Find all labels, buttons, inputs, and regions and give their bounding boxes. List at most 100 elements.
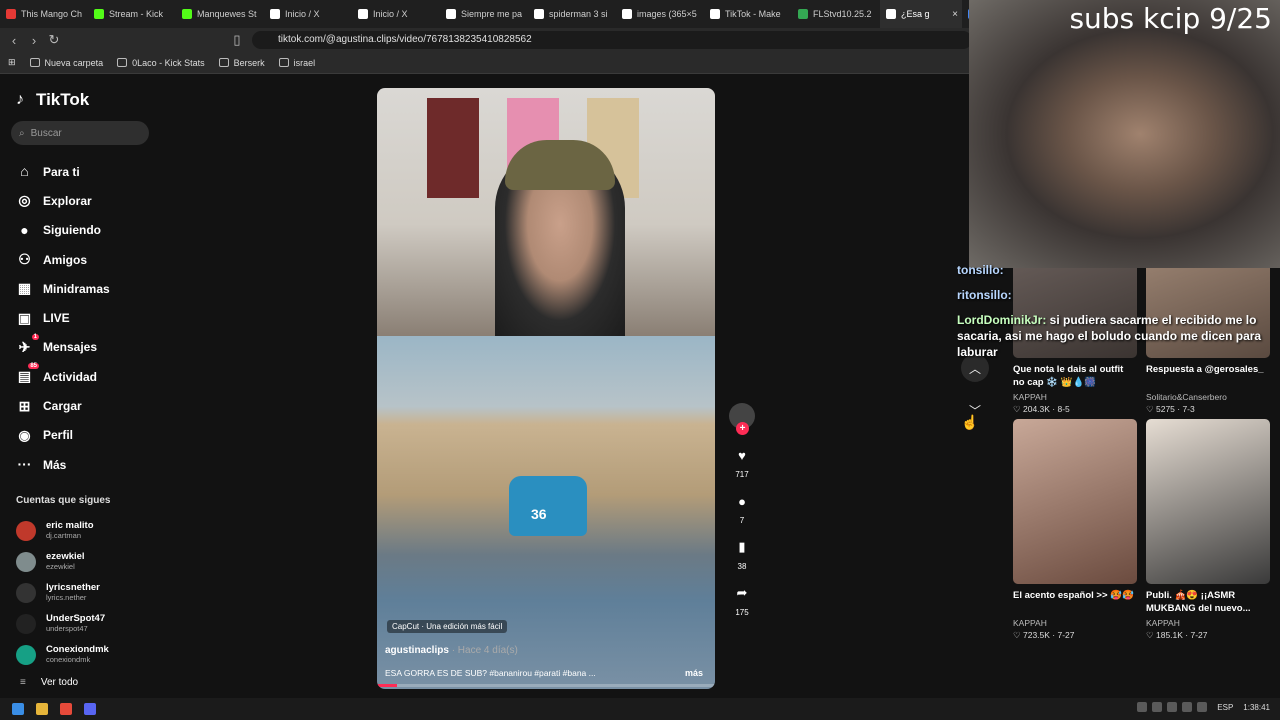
browser-tab[interactable]: ¿Esa g × bbox=[880, 0, 962, 28]
forward-icon[interactable]: › bbox=[24, 33, 44, 48]
nav-item-mensajes[interactable]: ✈ 1 Mensajes bbox=[16, 333, 110, 362]
heart-outline-icon: ♡ bbox=[1013, 630, 1023, 640]
like-count: 185.1K bbox=[1155, 630, 1183, 640]
video-author[interactable]: Solitario&Canserbero bbox=[1146, 392, 1270, 402]
url-field[interactable]: tiktok.com/@agustina.clips/video/7678138… bbox=[252, 31, 972, 49]
related-video-card[interactable]: El acento español >> 🥵🥵 KAPPAH ♡ 723.5K · … bbox=[1013, 419, 1137, 641]
avatar bbox=[16, 520, 36, 541]
video-author[interactable]: KAPPAH bbox=[1013, 618, 1137, 628]
comment-icon[interactable]: ● bbox=[730, 489, 754, 513]
capcut-tag[interactable]: CapCut · Una edición más fácil bbox=[387, 620, 508, 633]
browser-tab[interactable]: TikTok - Make bbox=[704, 0, 792, 28]
video-player[interactable]: 36 CapCut · Una edición más fácil agusti… bbox=[377, 88, 715, 689]
browser-tab[interactable]: FLStvd10.25.2 bbox=[792, 0, 880, 28]
video-author[interactable]: KAPPAH bbox=[1013, 392, 1137, 402]
nav-item-actividad[interactable]: ▤ 85 Actividad bbox=[16, 362, 110, 391]
video-title[interactable]: Que nota le dais al outfit no cap ❄️ 👑💧🎆 bbox=[1013, 363, 1137, 390]
browser-tab[interactable]: Inicio / X bbox=[264, 0, 352, 28]
video-title[interactable]: Respuesta a @gerosales_ bbox=[1146, 363, 1270, 390]
tab-label: This Mango Ch bbox=[21, 9, 83, 19]
gameplay: 36 bbox=[377, 336, 715, 689]
bookmark-item[interactable]: 0Laco - Kick Stats bbox=[117, 58, 205, 68]
see-all-link[interactable]: ≡ Ver todo bbox=[20, 677, 78, 688]
bookmarks-bar: ⊞ Nueva carpeta 0Laco - Kick Stats Berserk… bbox=[0, 52, 970, 74]
video-author[interactable]: KAPPAH bbox=[1146, 618, 1270, 628]
back-icon[interactable]: ‹ bbox=[4, 33, 24, 48]
bookmark-label: 0Laco - Kick Stats bbox=[132, 57, 205, 68]
clock[interactable]: 1:38:41 bbox=[1243, 703, 1270, 712]
browser-tab[interactable]: Inicio / X bbox=[352, 0, 440, 28]
nav-item-minidramas[interactable]: ▦ Minidramas bbox=[16, 274, 110, 303]
browser-tab[interactable]: spiderman 3 si bbox=[528, 0, 616, 28]
following-item[interactable]: eric malito dj.cartman bbox=[16, 515, 109, 546]
bookmark-item[interactable]: Berserk bbox=[218, 58, 265, 68]
video-title[interactable]: Publi. 🎪😍 ¡¡ASMR MUKBANG del nuevo... bbox=[1146, 589, 1270, 616]
nav-item-amigos[interactable]: ⚇ Amigos bbox=[16, 245, 110, 274]
streamer-cam bbox=[377, 88, 715, 338]
following-handle: underspot47 bbox=[46, 623, 88, 633]
tray-icon[interactable] bbox=[1137, 702, 1148, 712]
tray-icon[interactable] bbox=[1182, 702, 1193, 712]
language-indicator[interactable]: ESP bbox=[1217, 703, 1233, 712]
heart-outline-icon: ♡ bbox=[1146, 404, 1156, 414]
following-names: Conexiondmk conexiondmk bbox=[46, 644, 109, 665]
author-avatar[interactable]: + bbox=[729, 403, 755, 435]
browser-tab[interactable]: Stream - Kick bbox=[88, 0, 176, 28]
search-input[interactable]: ⌕ Buscar bbox=[11, 121, 149, 145]
bookmark-icon[interactable]: ▯ bbox=[227, 32, 247, 48]
follow-plus-icon[interactable]: + bbox=[736, 422, 749, 435]
close-icon[interactable]: × bbox=[952, 9, 958, 20]
tab-favicon-icon bbox=[798, 9, 808, 19]
search-icon: ⌕ bbox=[19, 127, 25, 139]
apps-icon[interactable]: ⊞ bbox=[8, 57, 16, 68]
share-icon[interactable]: ➦ bbox=[730, 581, 754, 605]
nav-label: LIVE bbox=[43, 311, 70, 326]
tray-icon[interactable] bbox=[1167, 702, 1178, 712]
chat-message: LordDominikJr: si pudiera sacarme el rec… bbox=[957, 312, 1280, 360]
tab-favicon-icon bbox=[446, 9, 456, 19]
tiktok-logo[interactable]: ♪ TikTok bbox=[16, 90, 89, 110]
following-item[interactable]: Conexiondmk conexiondmk bbox=[16, 639, 109, 670]
discord-icon[interactable] bbox=[84, 703, 96, 715]
more-button[interactable]: más bbox=[685, 668, 703, 678]
nav-item-más[interactable]: ··· Más bbox=[16, 450, 110, 479]
browser-tab[interactable]: Siempre me pa bbox=[440, 0, 528, 28]
folder-icon bbox=[117, 58, 128, 67]
tab-favicon-icon bbox=[94, 9, 104, 19]
bookmark-item[interactable]: israel bbox=[278, 58, 315, 68]
browser-tab[interactable]: images (365×5 bbox=[616, 0, 704, 28]
tab-label: Inicio / X bbox=[285, 9, 320, 19]
video-progress[interactable] bbox=[377, 684, 715, 687]
related-video-card[interactable]: Publi. 🎪😍 ¡¡ASMR MUKBANG del nuevo... KAP… bbox=[1146, 419, 1270, 641]
browser-tab[interactable]: Manquewes St bbox=[176, 0, 264, 28]
tray-icon[interactable] bbox=[1152, 702, 1163, 712]
reload-icon[interactable]: ↻ bbox=[44, 32, 64, 48]
taskbar: ESP 1:38:41 bbox=[0, 698, 1280, 720]
chat-username: ritonsillo: bbox=[957, 288, 1012, 302]
folder-icon bbox=[29, 58, 40, 67]
nav-item-cargar[interactable]: ⊞ Cargar bbox=[16, 391, 110, 420]
tray-icon[interactable] bbox=[1197, 702, 1208, 712]
video-title[interactable]: El acento español >> 🥵🥵 bbox=[1013, 589, 1137, 616]
video-thumbnail[interactable] bbox=[1013, 419, 1137, 584]
following-item[interactable]: ezewkiel ezewkiel bbox=[16, 546, 109, 577]
nav-item-live[interactable]: ▣ LIVE bbox=[16, 303, 110, 332]
nav-item-siguiendo[interactable]: ● Siguiendo bbox=[16, 216, 110, 245]
nav-item-explorar[interactable]: ◎ Explorar bbox=[16, 186, 110, 215]
nav-item-para-ti[interactable]: ⌂ Para ti bbox=[16, 157, 110, 186]
file-explorer-icon[interactable] bbox=[36, 703, 48, 715]
browser-icon[interactable] bbox=[60, 703, 72, 715]
bookmark-item[interactable]: Nueva carpeta bbox=[29, 58, 103, 68]
following-item[interactable]: UnderSpot47 underspot47 bbox=[16, 608, 109, 639]
windows-start-icon[interactable] bbox=[12, 703, 24, 715]
race-car: 36 bbox=[509, 476, 587, 536]
bookmark-save-icon[interactable]: ▮ bbox=[730, 535, 754, 559]
following-item[interactable]: lyricsnether lyrics.nether bbox=[16, 577, 109, 608]
stream-chat: tonsillo: ritonsillo: LordDominikJr: si … bbox=[957, 262, 1280, 360]
browser-tab[interactable]: This Mango Ch bbox=[0, 0, 88, 28]
heart-icon[interactable]: ♥ bbox=[730, 443, 754, 467]
nav-item-perfil[interactable]: ◉ Perfil bbox=[16, 421, 110, 450]
video-thumbnail[interactable] bbox=[1146, 419, 1270, 584]
video-author[interactable]: agustinaclips · Hace 4 día(s) bbox=[385, 645, 518, 656]
progress-fill bbox=[377, 684, 398, 687]
